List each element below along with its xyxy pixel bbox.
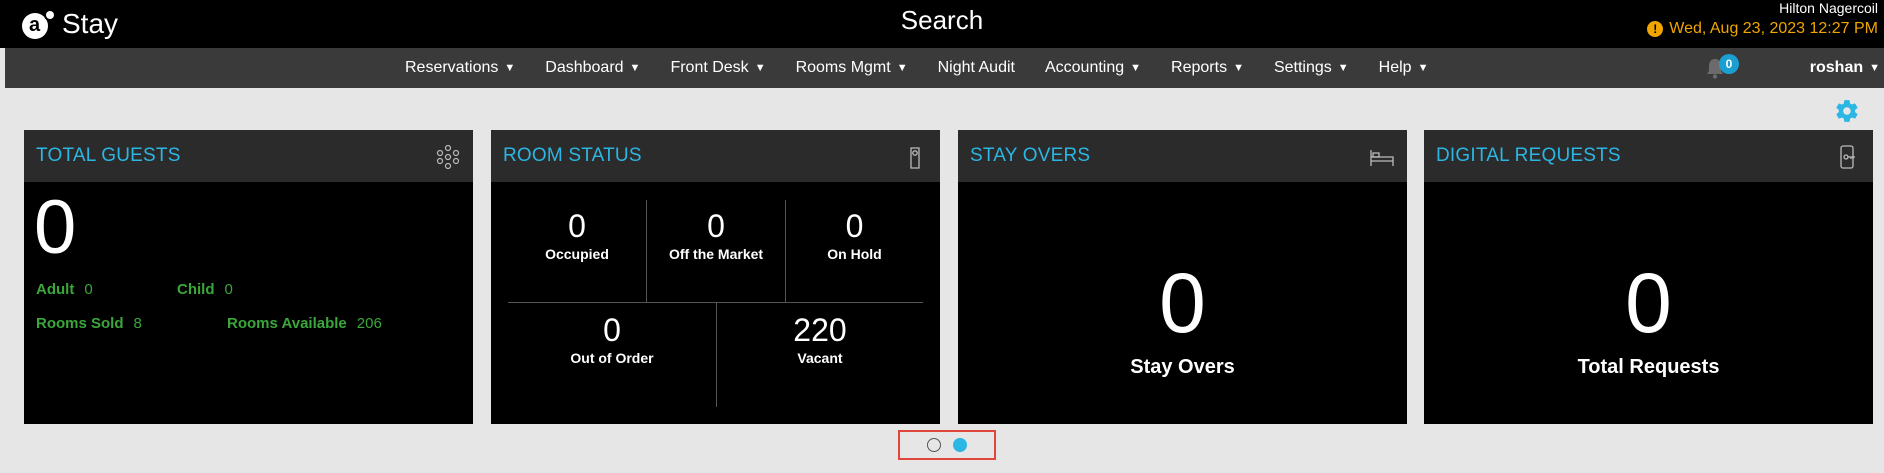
adult-stat: Adult 0 bbox=[36, 281, 93, 298]
nav-item-night-audit[interactable]: Night Audit bbox=[938, 59, 1015, 77]
nav-item-label: Help bbox=[1378, 59, 1412, 76]
pager-dot-2[interactable] bbox=[953, 438, 967, 452]
card-header: ROOM STATUS bbox=[491, 130, 940, 182]
nav-item-label: Night Audit bbox=[937, 59, 1015, 76]
chevron-down-icon: ▼ bbox=[1233, 62, 1244, 74]
chevron-down-icon: ▼ bbox=[1337, 62, 1349, 74]
nav-item-dashboard[interactable]: Dashboard ▼ bbox=[545, 59, 640, 77]
nav-item-rooms-mgmt[interactable]: Rooms Mgmt ▼ bbox=[796, 59, 908, 77]
user-menu[interactable]: roshan ▼ bbox=[1810, 48, 1880, 88]
card-title: STAY OVERS bbox=[970, 145, 1091, 166]
chevron-down-icon: ▼ bbox=[629, 62, 641, 74]
total-guests-card[interactable]: TOTAL GUESTS 0 Adult 0 Child 0 Rooms Sold 8… bbox=[24, 130, 473, 424]
card-title: ROOM STATUS bbox=[503, 145, 642, 166]
rooms-sold-stat: Rooms Sold 8 bbox=[36, 315, 142, 332]
stay-overs-label: Stay Overs bbox=[1130, 356, 1235, 378]
user-name: roshan bbox=[1809, 59, 1864, 76]
chevron-down-icon: ▼ bbox=[1869, 62, 1880, 74]
mobile-key-icon bbox=[1840, 145, 1855, 169]
nav-menu: Reservations ▼ Dashboard ▼ Front Desk ▼ Rooms … bbox=[405, 48, 1458, 88]
card-header: TOTAL GUESTS bbox=[24, 130, 473, 182]
bed-icon bbox=[1370, 150, 1394, 166]
gear-icon[interactable] bbox=[1834, 98, 1860, 124]
rooms-sold-label: Rooms Sold bbox=[36, 315, 124, 332]
digital-requests-card[interactable]: DIGITAL REQUESTS 0 Total Requests bbox=[1424, 130, 1873, 424]
nav-item-reports[interactable]: Reports ▼ bbox=[1171, 59, 1244, 77]
vacant-label: Vacant bbox=[797, 350, 843, 366]
nav-item-reservations[interactable]: Reservations ▼ bbox=[405, 59, 515, 77]
door-hanger-icon bbox=[910, 147, 920, 169]
warning-icon[interactable]: ! bbox=[1647, 21, 1664, 37]
vacant-stat[interactable]: 220 Vacant bbox=[717, 312, 923, 366]
nav-item-label: Front Desk bbox=[670, 59, 749, 76]
off-market-value: 0 bbox=[707, 208, 725, 244]
on-hold-value: 0 bbox=[845, 208, 864, 244]
hotel-datetime: ! Wed, Aug 23, 2023 12:27 PM bbox=[1647, 18, 1878, 40]
rooms-sold-value: 8 bbox=[133, 315, 142, 332]
room-status-card[interactable]: ROOM STATUS 0 Occupied 0 Off the Market … bbox=[491, 130, 940, 424]
occupied-label: Occupied bbox=[545, 246, 609, 262]
vacant-value: 220 bbox=[793, 312, 847, 348]
child-value: 0 bbox=[224, 281, 233, 298]
total-guests-value: 0 bbox=[34, 185, 77, 270]
rooms-available-stat: Rooms Available 206 bbox=[227, 315, 382, 332]
nav-item-label: Settings bbox=[1273, 59, 1332, 76]
chevron-down-icon: ▼ bbox=[754, 62, 766, 74]
chevron-down-icon: ▼ bbox=[1130, 62, 1142, 74]
notification-count-badge: 0 bbox=[1719, 54, 1739, 74]
out-of-order-stat[interactable]: 0 Out of Order bbox=[508, 312, 716, 366]
chevron-down-icon: ▼ bbox=[504, 62, 516, 74]
page-title: Search bbox=[900, 5, 984, 35]
carousel-pager bbox=[898, 430, 996, 460]
digital-requests-value: 0 bbox=[1625, 256, 1672, 350]
rooms-available-label: Rooms Available bbox=[227, 315, 347, 332]
pager-dot-1[interactable] bbox=[927, 438, 941, 452]
nav-item-label: Accounting bbox=[1044, 59, 1125, 76]
on-hold-stat[interactable]: 0 On Hold bbox=[786, 208, 923, 262]
people-group-icon bbox=[436, 144, 460, 170]
nav-item-label: Reports bbox=[1171, 59, 1228, 76]
card-title: TOTAL GUESTS bbox=[36, 145, 181, 166]
nav-item-label: Dashboard bbox=[545, 59, 624, 76]
chevron-down-icon: ▼ bbox=[1417, 62, 1429, 74]
card-header: STAY OVERS bbox=[958, 130, 1407, 182]
out-of-order-value: 0 bbox=[603, 312, 621, 348]
out-of-order-label: Out of Order bbox=[570, 350, 654, 366]
rooms-available-value: 206 bbox=[356, 315, 382, 332]
datetime-text: Wed, Aug 23, 2023 12:27 PM bbox=[1669, 20, 1878, 37]
adult-value: 0 bbox=[84, 281, 93, 298]
digital-requests-label: Total Requests bbox=[1577, 356, 1720, 378]
occupied-value: 0 bbox=[568, 208, 586, 244]
notifications-button[interactable]: 0 bbox=[1705, 54, 1739, 82]
adult-label: Adult bbox=[36, 281, 75, 298]
occupied-stat[interactable]: 0 Occupied bbox=[508, 208, 646, 262]
child-stat: Child 0 bbox=[177, 281, 233, 298]
nav-item-label: Reservations bbox=[405, 59, 499, 76]
top-bar: Stay Search Hilton Nagercoil ! Wed, Aug … bbox=[0, 0, 1884, 48]
nav-item-help[interactable]: Help ▼ bbox=[1379, 59, 1429, 77]
card-title: DIGITAL REQUESTS bbox=[1436, 145, 1621, 166]
stay-overs-card[interactable]: STAY OVERS 0 Stay Overs bbox=[958, 130, 1407, 424]
nav-item-label: Rooms Mgmt bbox=[795, 59, 891, 76]
off-market-stat[interactable]: 0 Off the Market bbox=[647, 208, 785, 262]
stay-overs-value: 0 bbox=[1159, 256, 1206, 350]
hotel-name[interactable]: Hilton Nagercoil bbox=[1647, 0, 1878, 16]
off-market-label: Off the Market bbox=[668, 246, 764, 262]
card-header: DIGITAL REQUESTS bbox=[1424, 130, 1873, 182]
child-label: Child bbox=[177, 281, 215, 298]
nav-bar: Reservations ▼ Dashboard ▼ Front Desk ▼ Rooms … bbox=[5, 48, 1884, 88]
on-hold-label: On Hold bbox=[827, 246, 882, 262]
nav-item-accounting[interactable]: Accounting ▼ bbox=[1045, 59, 1141, 77]
nav-item-front-desk[interactable]: Front Desk ▼ bbox=[670, 59, 765, 77]
nav-item-settings[interactable]: Settings ▼ bbox=[1274, 59, 1349, 77]
chevron-down-icon: ▼ bbox=[896, 62, 908, 74]
hotel-info: Hilton Nagercoil ! Wed, Aug 23, 2023 12:… bbox=[1647, 0, 1878, 40]
